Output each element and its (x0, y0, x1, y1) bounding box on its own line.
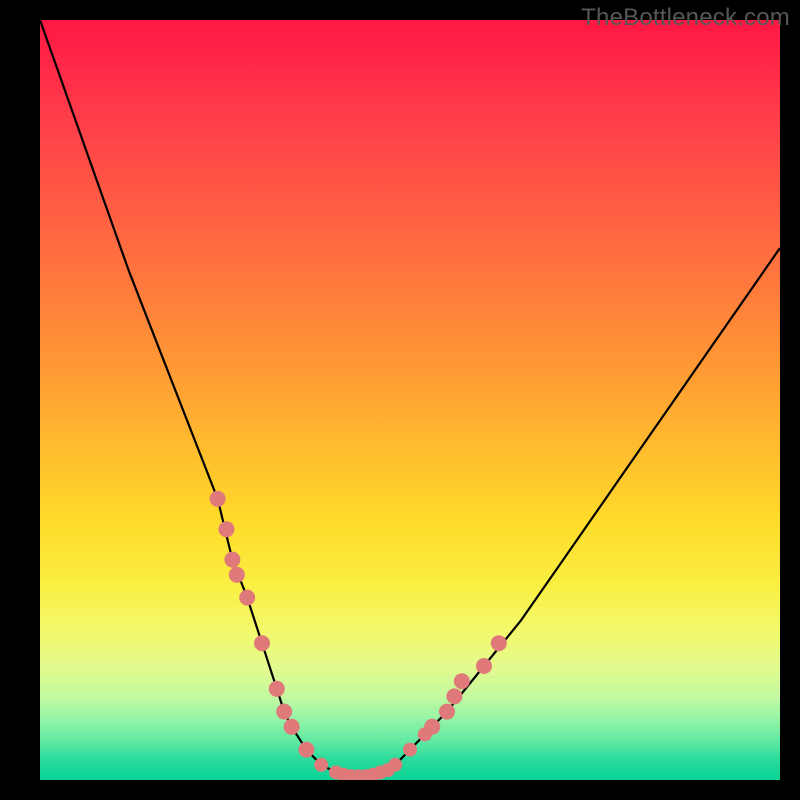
curve-layer (40, 20, 780, 780)
chart-frame: TheBottleneck.com (0, 0, 800, 800)
right-cluster-dots (424, 635, 507, 735)
plot-area (40, 20, 780, 780)
bottleneck-curve (40, 20, 780, 776)
left-cluster-dots (210, 491, 315, 758)
watermark-text: TheBottleneck.com (581, 4, 790, 32)
bottom-cluster-dots (314, 727, 432, 780)
